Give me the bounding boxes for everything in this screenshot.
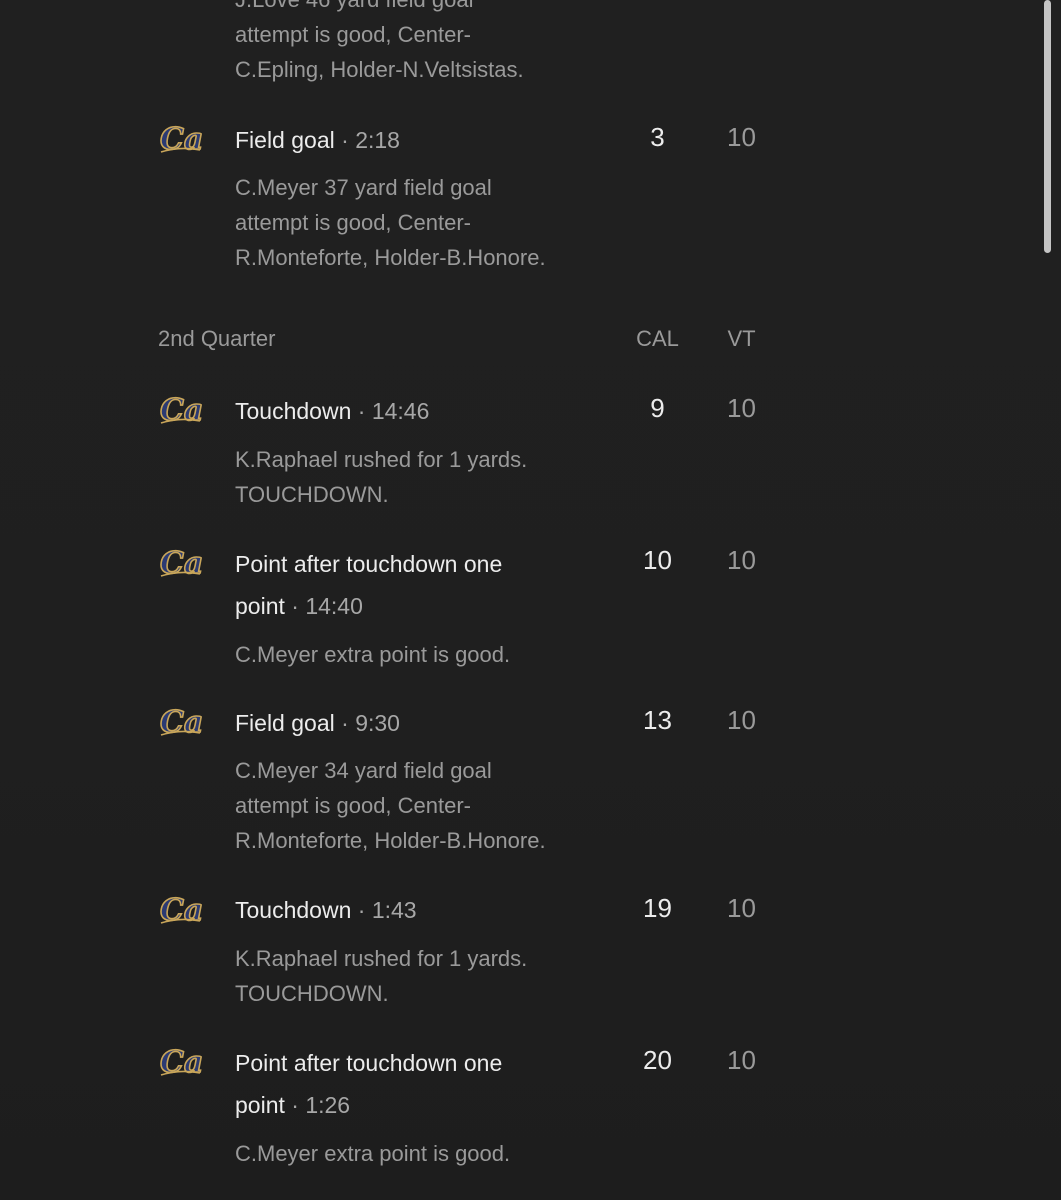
cal-logo-icon: Cal (159, 1045, 202, 1079)
play-description: K.Raphael rushed for 1 yards. TOUCHDOWN. (235, 442, 615, 512)
desc-line: C.Meyer 37 yard field goal (235, 175, 492, 200)
play-time: 14:40 (305, 593, 363, 619)
cal-logo-icon: Cal (159, 546, 202, 580)
cal-logo-icon: Cal (159, 393, 202, 427)
vt-score: 10 (727, 545, 756, 575)
play-time: 1:26 (305, 1092, 351, 1118)
cal-logo-icon: Cal (159, 122, 202, 156)
play-title: Point after touchdown one point · 1:26 (235, 1042, 575, 1126)
desc-line: R.Monteforte, Holder-B.Honore. (235, 828, 546, 853)
play-type: Touchdown (235, 897, 352, 923)
vt-score: 10 (727, 1045, 756, 1075)
cal-score: 19 (643, 893, 672, 923)
play-time: 1:43 (371, 897, 417, 923)
cal-logo-icon: Cal (159, 893, 202, 927)
cal-logo-icon: Cal (159, 705, 202, 739)
cal-score: 13 (643, 705, 672, 735)
play-time: 9:30 (355, 710, 400, 736)
play-type: Point after touchdown one (235, 1050, 503, 1076)
separator: · (357, 398, 366, 424)
play-title: Point after touchdown one point · 14:40 (235, 543, 575, 627)
play-type: Field goal (235, 127, 335, 153)
play-title: Touchdown · 1:43 (235, 889, 575, 931)
quarter-label: 2nd Quarter (158, 326, 276, 351)
play-description: C.Meyer extra point is good. (235, 1136, 615, 1171)
play-type: Touchdown (235, 398, 352, 424)
desc-line: J.Love 46 yard field goal (235, 0, 615, 17)
play-type-cont: point · 1:26 (235, 1084, 575, 1126)
cal-score: 3 (650, 122, 665, 152)
vt-score: 10 (727, 893, 756, 923)
play-title: Field goal · 9:30 (235, 702, 575, 744)
play-description-fragment: J.Love 46 yard field goal attempt is goo… (235, 0, 615, 87)
desc-line: C.Meyer 34 yard field goal (235, 758, 492, 783)
play-by-play-page: J.Love 46 yard field goal attempt is goo… (0, 0, 1061, 1200)
play-title: Field goal · 2:18 (235, 119, 575, 161)
play-type-line: point (235, 593, 285, 619)
column-header-vt: VT (727, 326, 756, 351)
desc-line: attempt is good, Center- (235, 793, 472, 818)
cal-score: 20 (643, 1045, 672, 1075)
desc-line: R.Monteforte, Holder-B.Honore. (235, 245, 546, 270)
separator: · (357, 897, 366, 923)
vt-score: 10 (727, 122, 756, 152)
play-description: K.Raphael rushed for 1 yards. TOUCHDOWN. (235, 941, 615, 1011)
separator: · (341, 127, 349, 153)
desc-line: C.Epling, Holder-N.Veltsistas. (235, 57, 524, 82)
separator: · (291, 593, 299, 619)
column-header-cal: CAL (636, 326, 679, 351)
cal-score: 10 (643, 545, 672, 575)
desc-line: TOUCHDOWN. (235, 981, 389, 1006)
play-time: 2:18 (355, 127, 400, 153)
vt-score: 10 (727, 393, 756, 423)
desc-line: attempt is good, Center- (235, 210, 472, 235)
play-description: C.Meyer 34 yard field goal attempt is go… (235, 753, 615, 858)
play-type: Field goal (235, 710, 335, 736)
play-description: C.Meyer 37 yard field goal attempt is go… (235, 170, 615, 275)
desc-line: C.Meyer extra point is good. (235, 1141, 511, 1166)
desc-line: K.Raphael rushed for 1 yards. (235, 946, 528, 971)
play-type-cont: point · 14:40 (235, 585, 575, 627)
cal-score: 9 (650, 393, 665, 423)
separator: · (341, 710, 349, 736)
desc-line: TOUCHDOWN. (235, 482, 389, 507)
play-type-line: point (235, 1092, 285, 1118)
separator: · (291, 1092, 299, 1118)
vt-score: 10 (727, 705, 756, 735)
play-type: Point after touchdown one (235, 551, 503, 577)
play-title: Touchdown · 14:46 (235, 390, 575, 432)
scrollbar-thumb[interactable] (1044, 0, 1051, 253)
desc-line: K.Raphael rushed for 1 yards. (235, 447, 528, 472)
desc-line: attempt is good, Center- (235, 22, 472, 47)
play-time: 14:46 (371, 398, 430, 424)
desc-line: C.Meyer extra point is good. (235, 642, 511, 667)
scrollbar[interactable] (1044, 0, 1053, 1200)
play-description: C.Meyer extra point is good. (235, 637, 615, 672)
